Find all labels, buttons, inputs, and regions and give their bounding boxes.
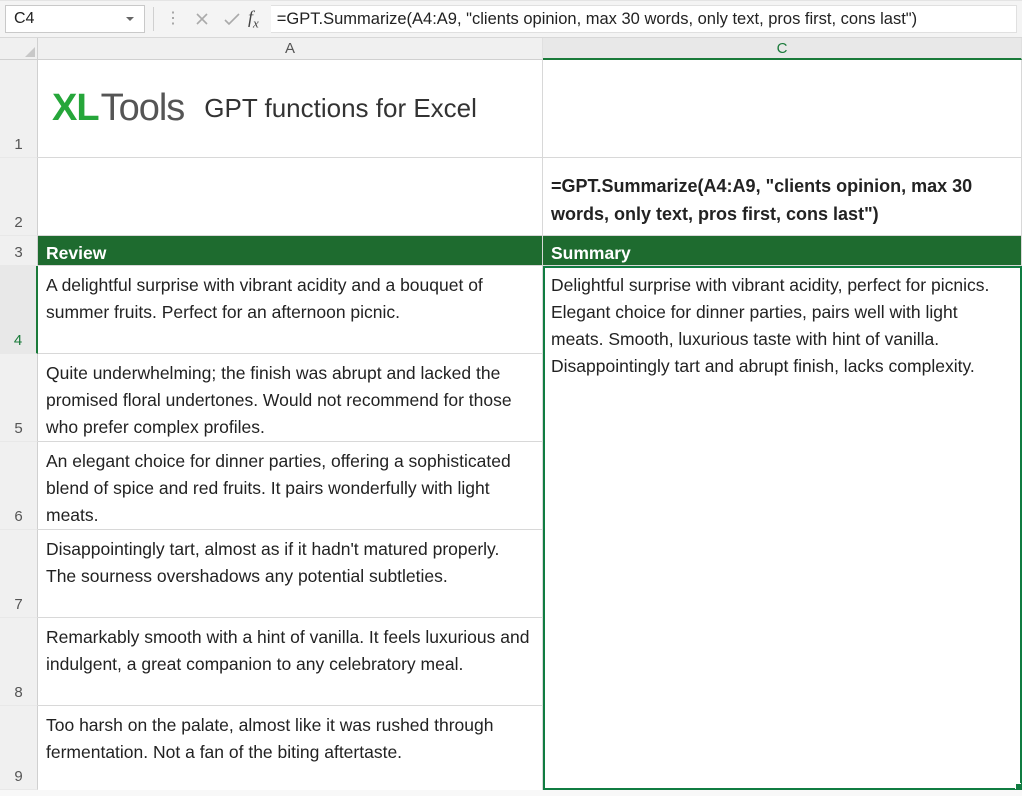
- cell-a6[interactable]: An elegant choice for dinner parties, of…: [38, 442, 543, 530]
- cell-a9[interactable]: Too harsh on the palate, almost like it …: [38, 706, 543, 790]
- cell-a8[interactable]: Remarkably smooth with a hint of vanilla…: [38, 618, 543, 706]
- row-header-8[interactable]: 8: [0, 618, 38, 706]
- column-header-a[interactable]: A: [38, 38, 543, 60]
- fx-icon[interactable]: fx: [248, 7, 265, 32]
- formula-bar: C4 ⋮ fx =GPT.Summarize(A4:A9, "clients o…: [0, 0, 1022, 38]
- summary-text: Delightful surprise with vibrant acidity…: [551, 275, 989, 376]
- cell-c1[interactable]: [543, 60, 1022, 158]
- row-header-5[interactable]: 5: [0, 354, 38, 442]
- row-header-7[interactable]: 7: [0, 530, 38, 618]
- spreadsheet-grid: A C 1 XLTools GPT functions for Excel 2 …: [0, 38, 1022, 790]
- cancel-button[interactable]: [190, 7, 214, 31]
- row-header-1[interactable]: 1: [0, 60, 38, 158]
- formula-text: =GPT.Summarize(A4:A9, "clients opinion, …: [277, 10, 917, 29]
- select-all-corner[interactable]: [0, 38, 38, 60]
- row-header-4[interactable]: 4: [0, 266, 38, 354]
- row-header-6[interactable]: 6: [0, 442, 38, 530]
- more-icon[interactable]: ⋮: [162, 17, 184, 21]
- separator: [153, 7, 154, 31]
- cell-c2-text: =GPT.Summarize(A4:A9, "clients opinion, …: [551, 173, 1013, 229]
- cell-c4[interactable]: Delightful surprise with vibrant acidity…: [543, 266, 1022, 790]
- row-header-2[interactable]: 2: [0, 158, 38, 236]
- column-header-c[interactable]: C: [543, 38, 1022, 60]
- xltools-logo: XLTools GPT functions for Excel: [46, 66, 534, 151]
- name-box-value: C4: [14, 10, 124, 28]
- formula-input[interactable]: =GPT.Summarize(A4:A9, "clients opinion, …: [271, 5, 1017, 33]
- logo-subtitle: GPT functions for Excel: [204, 88, 477, 128]
- logo-xl: XL: [52, 79, 99, 138]
- header-review[interactable]: Review: [38, 236, 543, 266]
- cell-a5[interactable]: Quite underwhelming; the finish was abru…: [38, 354, 543, 442]
- header-summary[interactable]: Summary: [543, 236, 1022, 266]
- name-box[interactable]: C4: [5, 5, 145, 33]
- cell-a2[interactable]: [38, 158, 543, 236]
- row-header-3[interactable]: 3: [0, 236, 38, 266]
- enter-button[interactable]: [220, 7, 244, 31]
- cell-c2[interactable]: =GPT.Summarize(A4:A9, "clients opinion, …: [543, 158, 1022, 236]
- cell-a1[interactable]: XLTools GPT functions for Excel: [38, 60, 543, 158]
- cell-a7[interactable]: Disappointingly tart, almost as if it ha…: [38, 530, 543, 618]
- chevron-down-icon: [124, 13, 136, 25]
- row-header-9[interactable]: 9: [0, 706, 38, 790]
- logo-tools: Tools: [101, 79, 185, 138]
- cell-a4[interactable]: A delightful surprise with vibrant acidi…: [38, 266, 543, 354]
